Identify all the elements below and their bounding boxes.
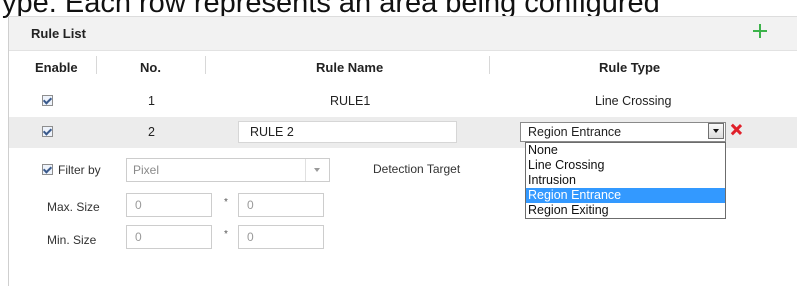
add-rule-plus-icon[interactable]: [750, 20, 770, 42]
column-header-rule-type: Rule Type: [599, 60, 661, 75]
min-size-height-input[interactable]: [238, 225, 324, 249]
dropdown-option-intrusion[interactable]: Intrusion: [526, 173, 725, 188]
detection-target-label: Detection Target: [373, 162, 461, 176]
column-separator: [489, 56, 490, 74]
column-header-rule-name: Rule Name: [316, 60, 384, 75]
filter-by-checkbox[interactable]: [42, 164, 53, 175]
max-size-width-input[interactable]: [126, 193, 212, 217]
chevron-down-icon[interactable]: [708, 123, 724, 139]
rule-list-header: [9, 17, 797, 51]
dropdown-option-region-entrance[interactable]: Region Entrance: [526, 188, 725, 203]
times-symbol: *: [224, 197, 228, 208]
rule-1-enable-checkbox[interactable]: [42, 95, 53, 106]
rule-1-type[interactable]: Line Crossing: [595, 94, 671, 108]
dropdown-option-region-exiting[interactable]: Region Exiting: [526, 203, 725, 218]
filter-by-value: Pixel: [133, 163, 160, 177]
dropdown-option-line-crossing[interactable]: Line Crossing: [526, 158, 725, 173]
min-size-width-input[interactable]: [126, 225, 212, 249]
rule-2-number: 2: [148, 125, 155, 139]
max-size-height-input[interactable]: [238, 193, 324, 217]
rule-2-enable-checkbox[interactable]: [42, 126, 53, 137]
rule-1-number: 1: [148, 94, 155, 108]
rule-1-name[interactable]: RULE1: [330, 94, 370, 108]
min-size-label: Min. Size: [47, 233, 97, 247]
rule-list-title: Rule List: [31, 26, 86, 41]
rule-2-type-select[interactable]: Region Entrance: [520, 122, 726, 142]
filter-by-label: Filter by: [58, 163, 101, 177]
rule-type-dropdown-list[interactable]: None Line Crossing Intrusion Region Entr…: [525, 142, 726, 219]
panel-left-border: [8, 16, 9, 286]
rule-2-name-input[interactable]: [238, 121, 457, 143]
times-symbol: *: [224, 229, 228, 240]
max-size-label: Max. Size: [47, 200, 100, 214]
dropdown-option-none[interactable]: None: [526, 143, 725, 158]
column-separator: [205, 56, 206, 74]
column-separator: [96, 56, 97, 74]
chevron-down-icon[interactable]: [305, 159, 329, 181]
delete-rule-x-icon[interactable]: [727, 121, 745, 139]
column-header-enable: Enable: [35, 60, 78, 75]
column-header-no: No.: [140, 60, 161, 75]
rule-2-type-selected-value: Region Entrance: [528, 125, 622, 139]
filter-by-select[interactable]: Pixel: [126, 158, 330, 182]
